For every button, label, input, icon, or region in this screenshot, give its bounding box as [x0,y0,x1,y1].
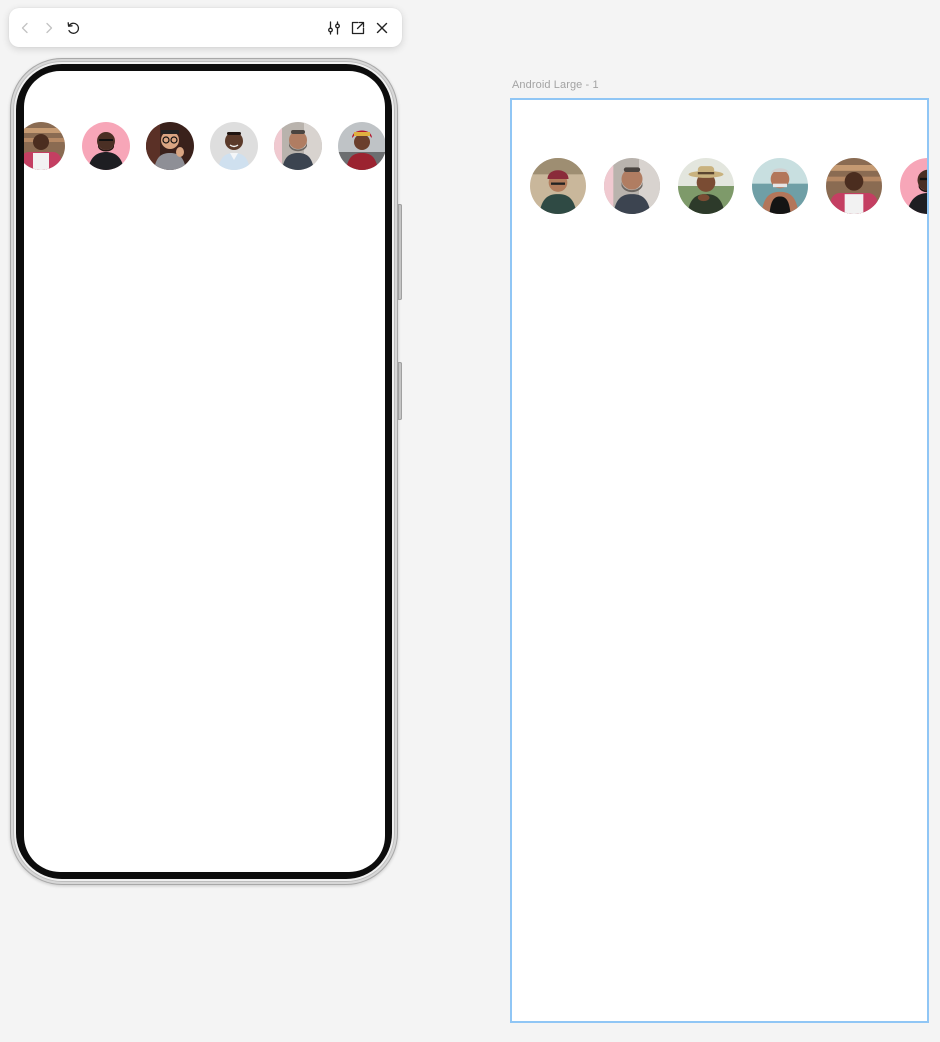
person-in-knit-cap-photo [530,158,586,214]
restart-icon [65,20,81,36]
story-avatar[interactable] [752,158,808,214]
person-in-tank-top-photo [752,158,808,214]
prototype-toolbar [9,8,402,47]
frame-label[interactable]: Android Large - 1 [512,79,599,91]
story-avatar[interactable] [604,158,660,214]
chevron-left-icon [18,21,32,35]
story-avatar[interactable] [530,158,586,214]
person-with-headscarf-photo [338,122,385,170]
open-in-new-tab-button[interactable] [347,17,369,39]
phone-volume-button [398,204,402,300]
person-smiling-photo [210,122,258,170]
chevron-right-icon [42,21,56,35]
story-avatar[interactable] [900,158,927,214]
person-in-apron-photo [826,158,882,214]
close-button[interactable] [371,17,393,39]
story-avatar[interactable] [210,122,258,170]
person-with-glasses-photo [146,122,194,170]
prototype-screen[interactable] [24,71,385,872]
person-in-apron-photo [24,122,65,170]
settings-button[interactable] [323,17,345,39]
person-with-beard-photo [604,158,660,214]
sliders-icon [326,20,342,36]
story-avatar[interactable] [338,122,385,170]
android-frame[interactable] [510,98,929,1023]
restart-button[interactable] [62,17,84,39]
story-avatar[interactable] [24,122,65,170]
phone-power-button [398,362,402,420]
person-on-pink-photo [82,122,130,170]
person-with-beard-photo [274,122,322,170]
story-avatar[interactable] [678,158,734,214]
open-external-icon [350,20,366,36]
story-avatar[interactable] [146,122,194,170]
person-on-pink-photo [900,158,927,214]
story-avatar[interactable] [826,158,882,214]
person-in-hat-photo [678,158,734,214]
close-icon [375,21,389,35]
back-button[interactable] [14,17,36,39]
forward-button[interactable] [38,17,60,39]
story-avatar[interactable] [274,122,322,170]
story-avatar[interactable] [82,122,130,170]
